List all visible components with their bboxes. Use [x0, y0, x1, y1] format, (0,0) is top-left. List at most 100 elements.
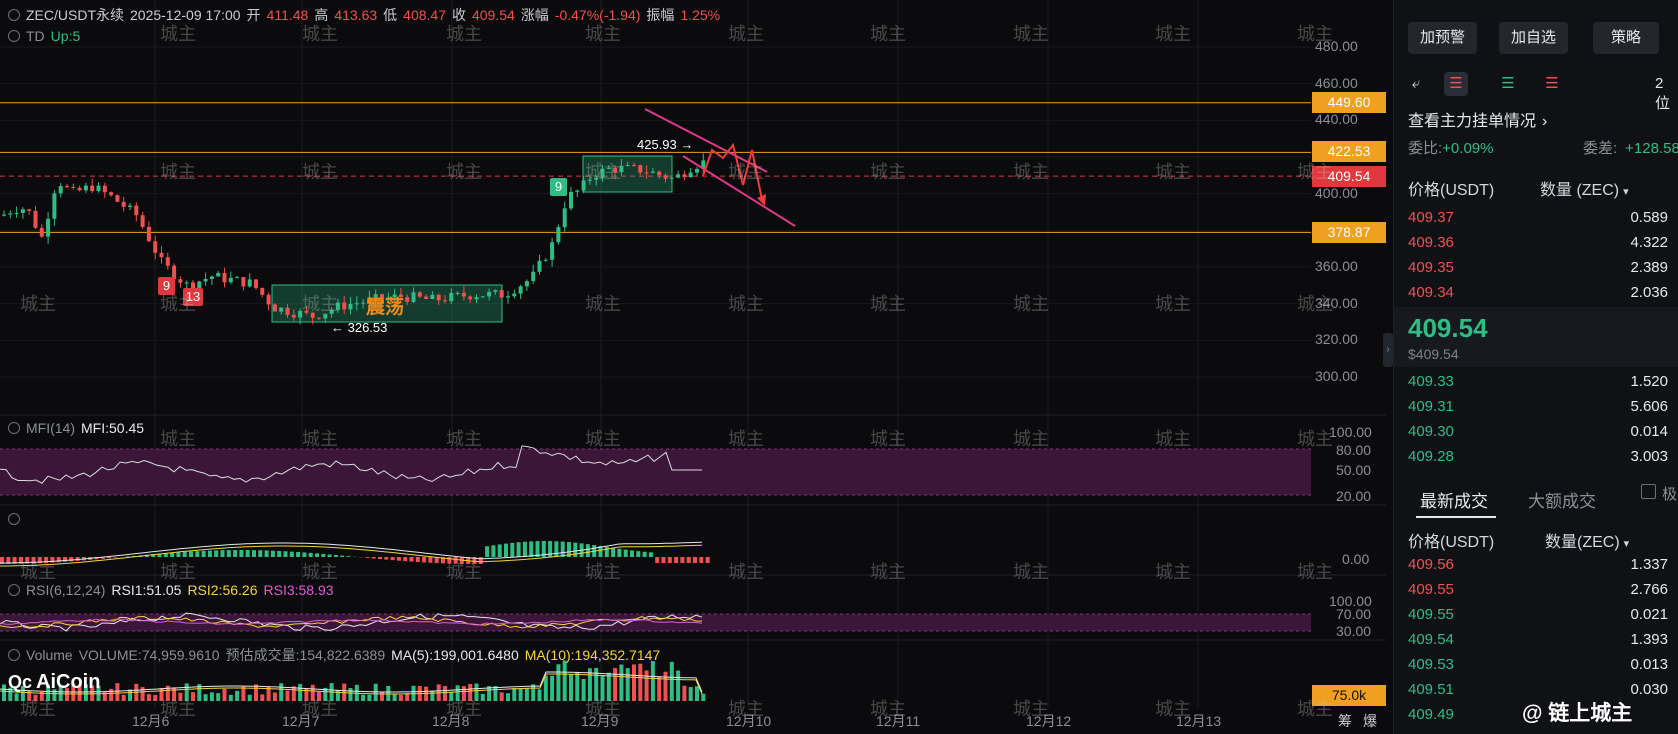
volume-bar [663, 671, 668, 701]
price-axis-label: 300.00 [1315, 368, 1358, 384]
eye-icon[interactable] [8, 513, 20, 525]
trade-row-price: 409.51 [1408, 681, 1454, 698]
rsi-label: RSI(6,12,24) [26, 582, 106, 598]
volume-bar [254, 684, 258, 701]
order-book-both-icon[interactable]: ☰ [1444, 72, 1468, 96]
add-alert-button[interactable]: 加预警 [1408, 22, 1478, 54]
order-book-asks-icon[interactable]: ☰ [1540, 72, 1564, 96]
eye-icon[interactable] [8, 584, 20, 596]
candle-body [260, 287, 265, 295]
book-col-qty[interactable]: 数量 (ZEC) ▾ [1540, 176, 1629, 200]
price-axis-label: 400.00 [1315, 184, 1358, 201]
candle-body [543, 259, 548, 261]
eye-icon[interactable] [8, 649, 20, 661]
diff-value: +128.58 [1625, 140, 1678, 157]
candle-body [424, 296, 429, 299]
panel-collapse-handle[interactable]: › [1383, 333, 1393, 367]
strategy-button[interactable]: 策略 [1593, 22, 1660, 54]
candle-body [550, 242, 555, 260]
eye-icon[interactable] [8, 422, 20, 434]
filter-checkbox[interactable] [1641, 484, 1656, 499]
macd-histogram-bar [302, 552, 307, 557]
candle-body [669, 177, 674, 179]
macd-histogram-bar [283, 551, 288, 557]
candle-body [128, 205, 132, 207]
eye-icon[interactable] [8, 30, 20, 42]
candle-body [449, 292, 454, 302]
bid-row[interactable]: 409.28 3.003 [1408, 448, 1678, 472]
bid-row-qty: 3.003 [1630, 448, 1668, 465]
chips-icon[interactable]: 筹 [1338, 711, 1352, 731]
candle-body [468, 296, 473, 300]
ask-row[interactable]: 409.36 4.322 [1408, 234, 1678, 258]
aicoin-brand: AiCoin [36, 671, 101, 693]
bid-row[interactable]: 409.31 5.606 [1408, 398, 1678, 422]
volume-bar [380, 692, 384, 701]
kline-chart[interactable]: ZEC/USDT永续 2025-12-09 17:00 开 411.48 高 413.63… [0, 0, 1386, 734]
macd-histogram-bar [680, 557, 685, 563]
macd-histogram-bar [233, 550, 238, 557]
bid-row[interactable]: 409.33 1.520 [1408, 373, 1678, 397]
macd-histogram-bar [623, 549, 628, 557]
macd-histogram-bar [69, 557, 74, 562]
volume-bar [531, 684, 536, 701]
ask-row[interactable]: 409.35 2.389 [1408, 259, 1678, 283]
add-watchlist-button[interactable]: 加自选 [1499, 22, 1569, 54]
trade-row[interactable]: 409.53 0.013 [1408, 656, 1678, 680]
diff-label: 委差: [1583, 140, 1618, 157]
candle-body [222, 272, 227, 283]
candle-body [619, 165, 624, 173]
bid-row-price: 409.30 [1408, 423, 1454, 440]
trade-col-qty[interactable]: 数量(ZEC) ▾ [1545, 528, 1629, 552]
candle-body [581, 180, 586, 191]
date-label: 12月10 [726, 713, 772, 729]
macd-histogram-bar [529, 541, 534, 557]
volume-bar [468, 683, 473, 701]
view-main-orders-link[interactable]: 查看主力挂单情况 › [1408, 107, 1547, 131]
macd-axis-zero: 0.00 [1342, 551, 1370, 567]
macd-histogram-bar [636, 551, 641, 557]
trade-row-qty: 0.030 [1630, 681, 1668, 698]
trade-row[interactable]: 409.55 0.021 [1408, 606, 1678, 630]
ask-row[interactable]: 409.37 0.589 [1408, 209, 1678, 233]
rsi-header[interactable]: RSI(6,12,24) RSI1:51.05 RSI2:56.26 RSI3:58.… [8, 582, 340, 598]
tab-underline [1416, 516, 1496, 518]
macd-histogram-bar [176, 552, 181, 557]
tab-latest-trades[interactable]: 最新成交 [1420, 487, 1488, 512]
order-book-mode-icon[interactable]: ⤶ [1404, 72, 1428, 96]
candle-body [361, 302, 366, 304]
mfi-header[interactable]: MFI(14) MFI:50.45 [8, 420, 150, 436]
eye-icon[interactable] [8, 9, 20, 21]
candle-body [115, 195, 120, 202]
candle-body [247, 279, 252, 287]
tab-large-trades[interactable]: 大额成交 [1528, 487, 1596, 512]
depth-precision[interactable]: 2位 [1655, 75, 1678, 113]
aicoin-logo: Qc AiCoin [8, 671, 100, 694]
candle-body [695, 168, 699, 173]
volume-bar [575, 671, 580, 701]
macd-header[interactable] [8, 511, 26, 527]
macd-histogram-bar [554, 541, 559, 557]
ask-row[interactable]: 409.34 2.036 [1408, 284, 1678, 308]
volume-bar [650, 661, 655, 701]
volume-bar [184, 683, 189, 701]
bid-row[interactable]: 409.30 0.014 [1408, 423, 1678, 447]
mfi-axis-100: 100.00 [1329, 424, 1372, 440]
trade-row-qty: 1.337 [1630, 556, 1668, 573]
volume-bar [524, 688, 529, 701]
td-indicator-row[interactable]: TD Up:5 [8, 28, 86, 44]
trade-row[interactable]: 409.54 1.393 [1408, 631, 1678, 655]
macd-histogram-bar [585, 544, 590, 557]
macd-histogram-bar [277, 550, 282, 557]
trade-row[interactable]: 409.55 2.766 [1408, 581, 1678, 605]
volume-header[interactable]: Volume VOLUME:74,959.9610 预估成交量:154,822.63… [8, 645, 666, 665]
order-book-bids-icon[interactable]: ☰ [1496, 72, 1520, 96]
trade-row[interactable]: 409.56 1.337 [1408, 556, 1678, 580]
macd-histogram-bar [510, 542, 515, 557]
volume-bar [222, 688, 227, 701]
liquidation-icon[interactable]: 爆 [1363, 711, 1377, 731]
chart-canvas[interactable] [0, 0, 1386, 734]
trade-row-qty: 2.766 [1630, 581, 1668, 598]
ask-row-qty: 2.389 [1630, 259, 1668, 276]
trade-row-price: 409.55 [1408, 606, 1454, 623]
